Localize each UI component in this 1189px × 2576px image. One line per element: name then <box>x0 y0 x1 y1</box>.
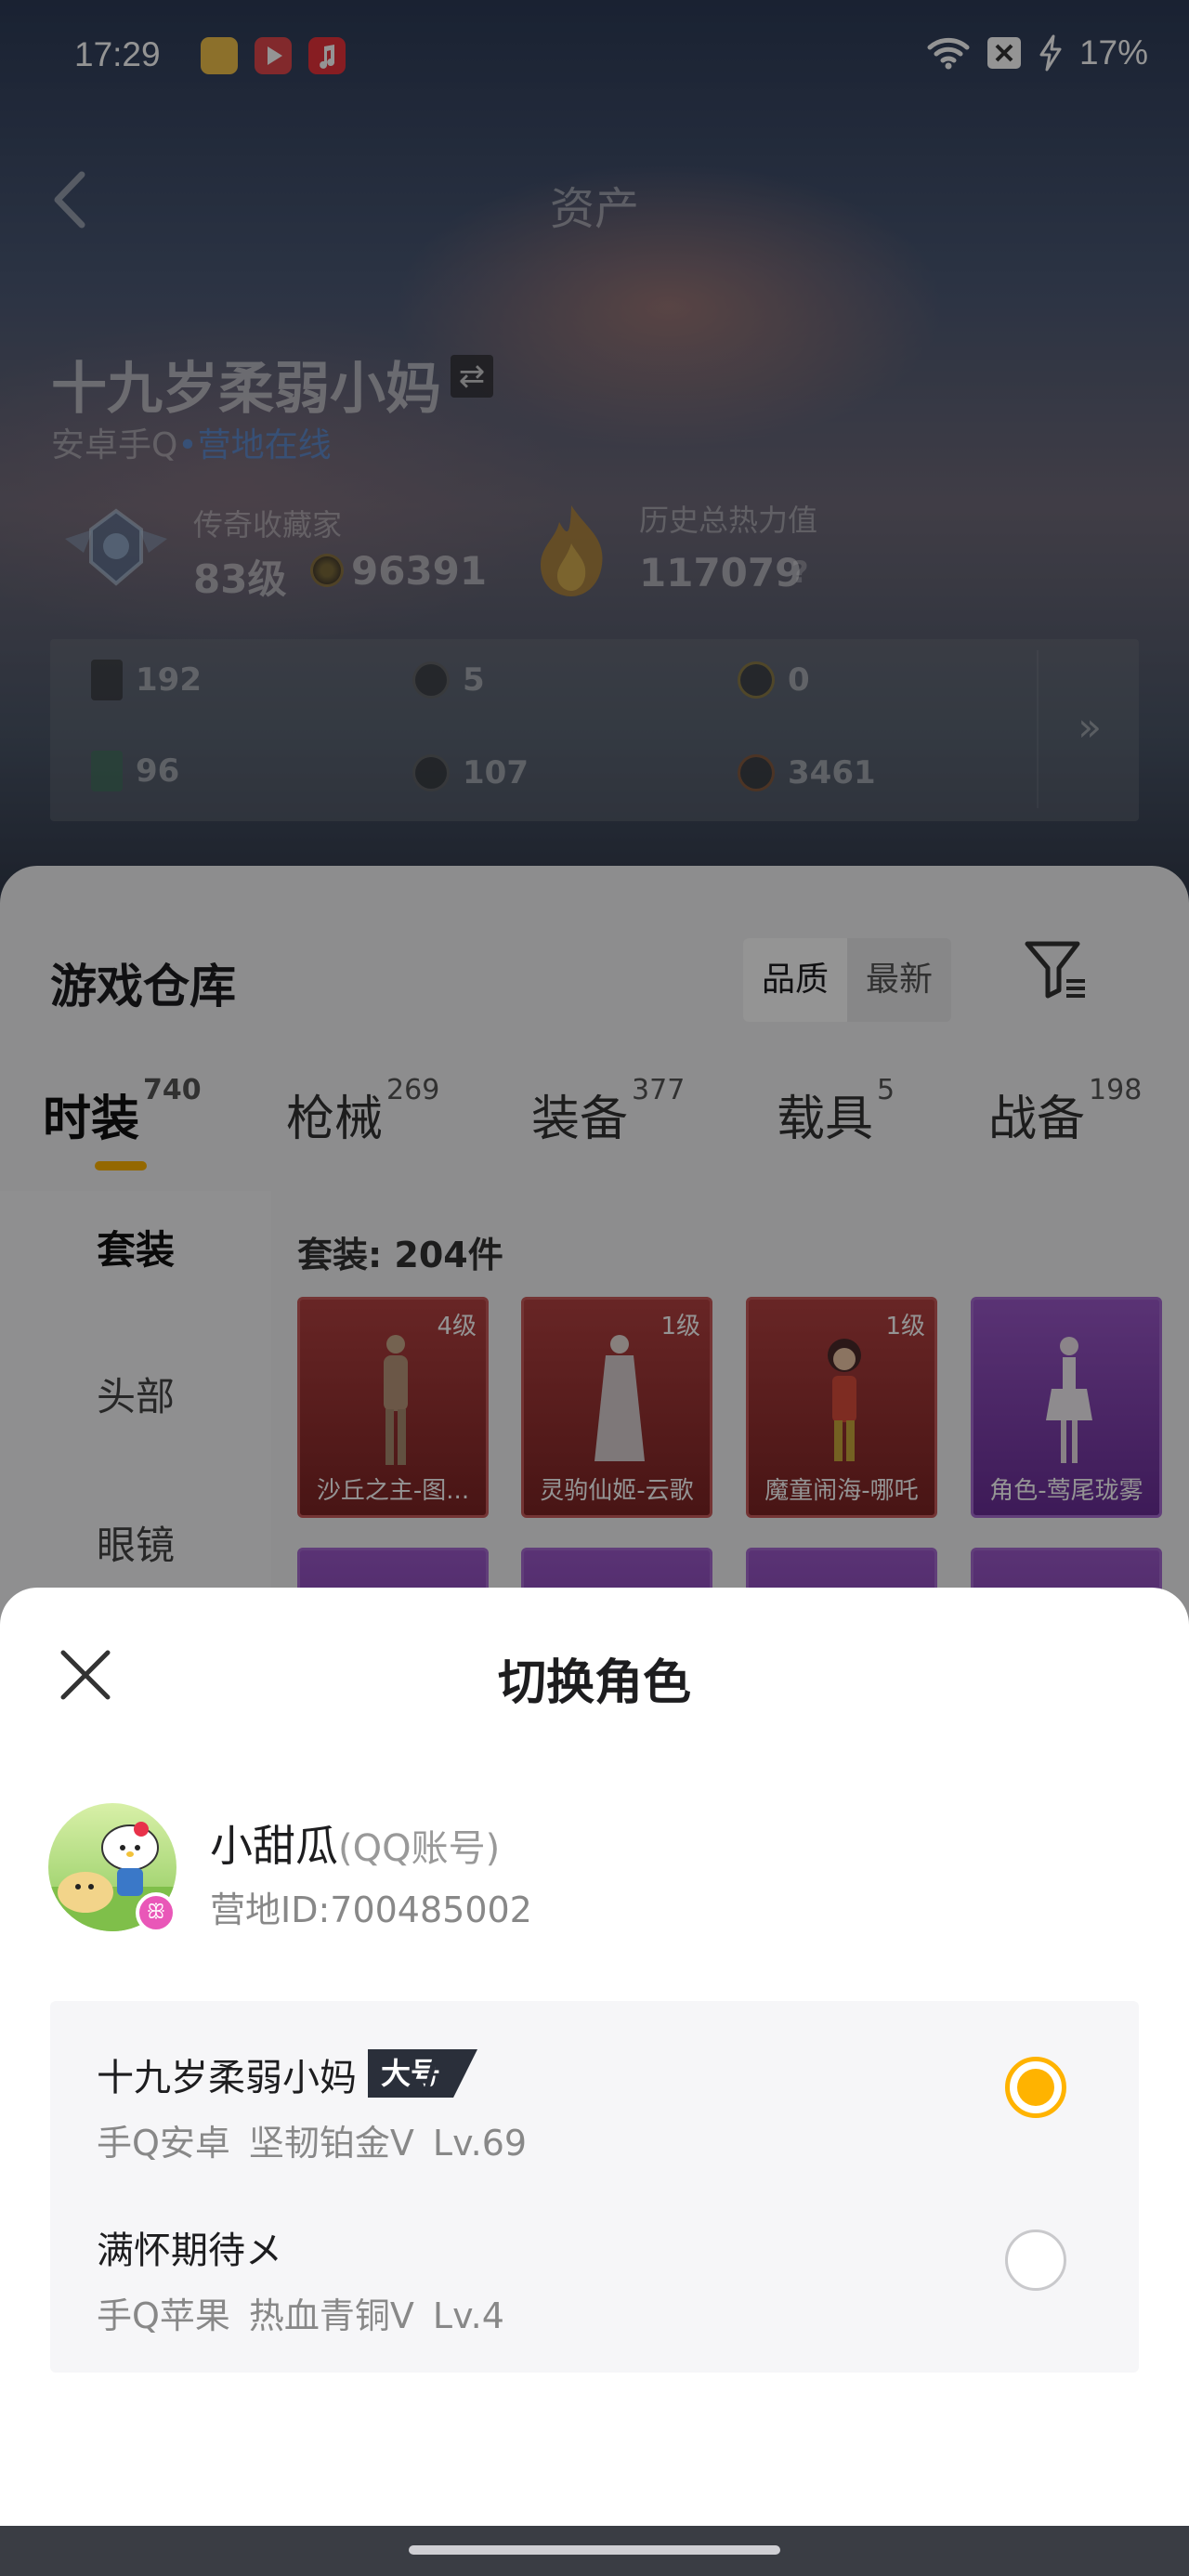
role-radio[interactable] <box>1005 2229 1066 2291</box>
role-row[interactable]: 十九岁柔弱小妈 大号 手Q安卓 坚韧铂金V Lv.69 <box>50 2001 1139 2174</box>
qq-badge-icon: ꕥ <box>136 1892 176 1933</box>
account-name: 小甜瓜(QQ账号) <box>210 1821 501 1871</box>
role-radio-selected[interactable] <box>1005 2057 1066 2118</box>
role-row[interactable]: 满怀期待メ 手Q苹果 热血青铜V Lv.4 <box>50 2174 1139 2347</box>
role-info: 手Q安卓 坚韧铂金V Lv.69 <box>97 2123 528 2164</box>
camp-id: 营地ID:700485002 <box>210 1890 532 1930</box>
switch-role-sheet: 切换角色 ꕥ 小甜瓜(QQ账号) 营地ID:700485002 十九岁柔弱小妈 … <box>0 1588 1189 2526</box>
role-info: 手Q苹果 热血青铜V Lv.4 <box>97 2295 504 2336</box>
role-name: 十九岁柔弱小妈 <box>97 2057 357 2099</box>
modal-title: 切换角色 <box>497 1655 691 1711</box>
main-account-badge: 大号 <box>368 2049 478 2098</box>
account-type: (QQ账号) <box>338 1827 501 1870</box>
role-list: 十九岁柔弱小妈 大号 手Q安卓 坚韧铂金V Lv.69 满怀期待メ 手Q苹果 热血青铜… <box>50 2001 1139 2373</box>
role-name: 满怀期待メ <box>97 2229 282 2272</box>
home-indicator[interactable] <box>409 2545 780 2555</box>
